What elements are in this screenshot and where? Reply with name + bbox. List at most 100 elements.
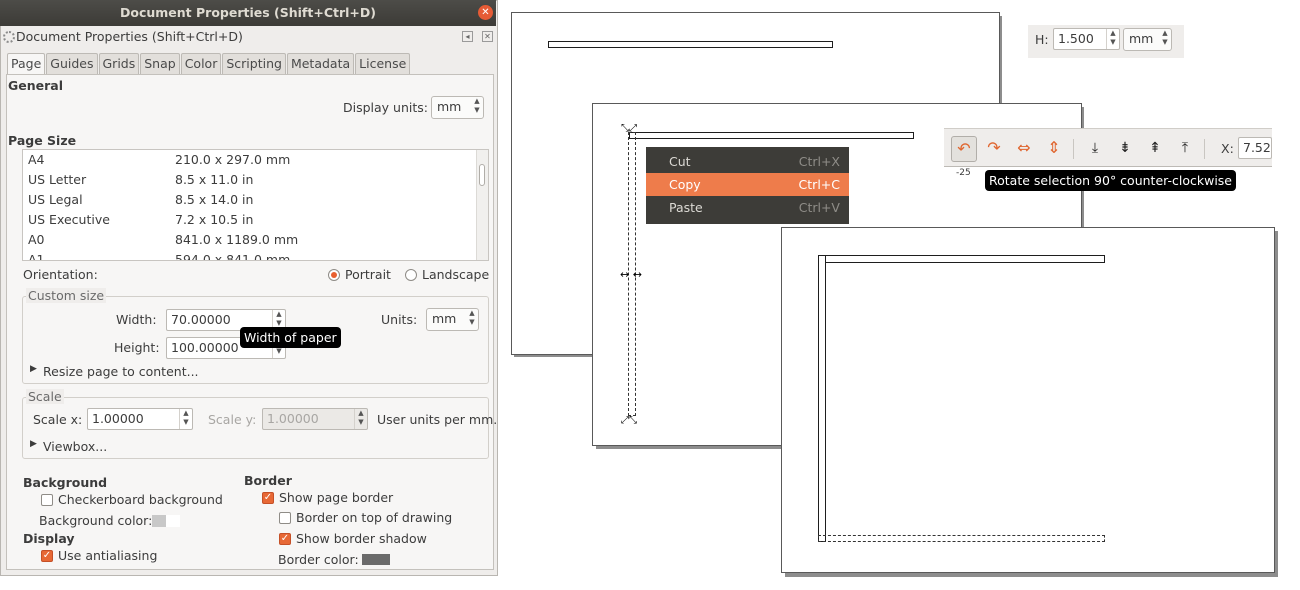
checkerboard-checkbox[interactable] — [41, 494, 53, 506]
table-row[interactable]: A1 594.0 x 841.0 mm — [23, 250, 478, 261]
tab-scripting[interactable]: Scripting — [222, 53, 286, 74]
pasted-horizontal-rect[interactable] — [818, 535, 1105, 542]
antialiasing-checkbox[interactable]: ✓ — [41, 550, 53, 562]
scrollbar-thumb[interactable] — [479, 164, 485, 186]
menu-item-label: Paste — [669, 200, 703, 215]
vertical-rect-3[interactable] — [818, 255, 826, 542]
resize-page-expander[interactable]: Resize page to content... — [43, 364, 199, 379]
general-heading: General — [8, 78, 63, 93]
display-units-combo[interactable]: mm ▲ ▼ — [431, 96, 484, 119]
tab-bar: Page Guides Grids Snap Color Scripting M… — [7, 53, 411, 76]
border-on-top-checkbox[interactable] — [279, 512, 291, 524]
scale-y-input: 1.00000 ▲ ▼ — [262, 408, 368, 430]
landscape-radio[interactable] — [405, 269, 417, 281]
border-on-top-label: Border on top of drawing — [296, 510, 453, 525]
row-name: A4 — [28, 152, 45, 167]
custom-size-legend: Custom size — [26, 288, 107, 303]
dock-header: Document Properties (Shift+Ctrl+D) ◂ ✕ — [0, 27, 496, 47]
tab-page[interactable]: Page — [7, 53, 46, 76]
h-input[interactable]: 1.500 ▲ ▼ — [1053, 28, 1120, 50]
tab-snap[interactable]: Snap — [140, 53, 180, 74]
table-row[interactable]: US Executive 7.2 x 10.5 in — [23, 210, 478, 230]
viewbox-expander[interactable]: Viewbox... — [43, 439, 107, 454]
row-size: 594.0 x 841.0 mm — [175, 252, 291, 261]
background-color-swatch[interactable] — [152, 515, 180, 527]
background-heading: Background — [23, 475, 108, 490]
border-shadow-checkbox[interactable]: ✓ — [279, 533, 291, 545]
rotate-ccw-icon[interactable]: ↶ — [951, 136, 977, 162]
menu-item-shortcut: Ctrl+V — [798, 200, 840, 215]
menu-item-copy[interactable]: Copy Ctrl+C — [646, 173, 849, 196]
orientation-label: Orientation: — [23, 267, 98, 282]
row-name: A0 — [28, 232, 45, 247]
lower-icon[interactable]: ⇟ — [1112, 136, 1138, 162]
horizontal-rect-2[interactable] — [629, 132, 914, 139]
units-combo[interactable]: mm ▲ ▼ — [426, 308, 479, 331]
flip-horizontal-icon[interactable]: ⇔ — [1011, 136, 1037, 162]
landscape-label: Landscape — [422, 267, 490, 282]
raise-icon[interactable]: ⇞ — [1142, 136, 1168, 162]
stretch-handle-icon[interactable]: ↔ ↔ — [620, 269, 642, 280]
horizontal-rect-1[interactable] — [548, 41, 833, 48]
h-label: H: — [1035, 32, 1049, 47]
horizontal-rect-3[interactable] — [818, 255, 1105, 263]
width-value: 70.00000 — [171, 312, 231, 327]
scale-x-value: 1.00000 — [92, 411, 144, 426]
tab-license[interactable]: License — [355, 53, 411, 74]
dock-detach-icon[interactable]: ◂ — [462, 31, 473, 42]
row-name: US Executive — [28, 212, 110, 227]
show-border-checkbox[interactable]: ✓ — [262, 492, 274, 504]
width-label: Width: — [116, 312, 157, 327]
window-titlebar[interactable]: Document Properties (Shift+Ctrl+D) ✕ — [0, 0, 496, 26]
combo-arrows-icon: ▲ ▼ — [469, 309, 475, 326]
scale-handle-icon[interactable]: ⤡⤢ — [621, 124, 637, 134]
close-icon[interactable]: ✕ — [478, 5, 493, 20]
tab-guides[interactable]: Guides — [46, 53, 98, 74]
height-toolbar: H: 1.500 ▲ ▼ mm ▲ ▼ — [1028, 25, 1184, 58]
table-row[interactable]: US Letter 8.5 x 11.0 in — [23, 170, 478, 190]
border-color-label: Border color: — [278, 552, 359, 567]
lower-to-bottom-icon[interactable]: ⤓ — [1082, 136, 1108, 162]
list-scrollbar[interactable] — [476, 150, 488, 260]
tab-color[interactable]: Color — [180, 53, 222, 74]
canvas-page-3 — [781, 227, 1275, 573]
expander-arrow-icon[interactable]: ▶ — [30, 364, 37, 374]
row-size: 8.5 x 14.0 in — [175, 192, 254, 207]
expander-arrow-icon[interactable]: ▶ — [30, 439, 37, 449]
x-input[interactable]: 7.521 — [1238, 137, 1272, 159]
scale-y-value: 1.00000 — [267, 411, 319, 426]
portrait-radio[interactable] — [328, 269, 340, 281]
table-row[interactable]: US Legal 8.5 x 14.0 in — [23, 190, 478, 210]
width-tooltip: Width of paper — [240, 327, 341, 348]
table-row[interactable]: A4 210.0 x 297.0 mm — [23, 150, 478, 170]
antialiasing-label: Use antialiasing — [58, 548, 158, 563]
combo-arrows-icon: ▲ ▼ — [1162, 29, 1168, 46]
toolbar-separator — [1073, 139, 1074, 159]
border-color-swatch[interactable] — [362, 554, 390, 565]
rotate-tooltip: Rotate selection 90° counter-clockwise — [985, 170, 1236, 191]
x-label: X: — [1221, 141, 1234, 156]
spin-arrows-icon[interactable]: ▲▼ — [179, 409, 192, 429]
raise-to-top-icon[interactable]: ⤒ — [1172, 136, 1198, 162]
menu-item-cut[interactable]: Cut Ctrl+X — [646, 150, 849, 173]
scale-x-input[interactable]: 1.00000 ▲ ▼ — [87, 408, 193, 430]
ruler-label: -25 — [956, 168, 971, 178]
row-name: US Letter — [28, 172, 87, 187]
row-name: A1 — [28, 252, 45, 261]
h-units-combo[interactable]: mm ▲ ▼ — [1123, 28, 1172, 51]
display-units-value: mm — [437, 99, 462, 114]
scale-x-label: Scale x: — [33, 412, 83, 427]
page-size-list[interactable]: A4 210.0 x 297.0 mm US Letter 8.5 x 11.0 i… — [22, 149, 489, 261]
toolbar-separator — [1204, 139, 1205, 159]
scale-handle-icon[interactable]: ⤢⤡ — [621, 416, 637, 426]
dock-close-icon[interactable]: ✕ — [482, 31, 493, 42]
table-row[interactable]: A0 841.0 x 1189.0 mm — [23, 230, 478, 250]
border-heading: Border — [244, 473, 292, 488]
row-size: 8.5 x 11.0 in — [175, 172, 254, 187]
rotate-cw-icon[interactable]: ↷ — [981, 136, 1007, 162]
flip-vertical-icon[interactable]: ⇕ — [1041, 136, 1067, 162]
menu-item-paste[interactable]: Paste Ctrl+V — [646, 196, 849, 219]
tab-metadata[interactable]: Metadata — [286, 53, 355, 74]
tab-grids[interactable]: Grids — [98, 53, 140, 74]
spin-arrows-icon[interactable]: ▲▼ — [1106, 29, 1119, 49]
